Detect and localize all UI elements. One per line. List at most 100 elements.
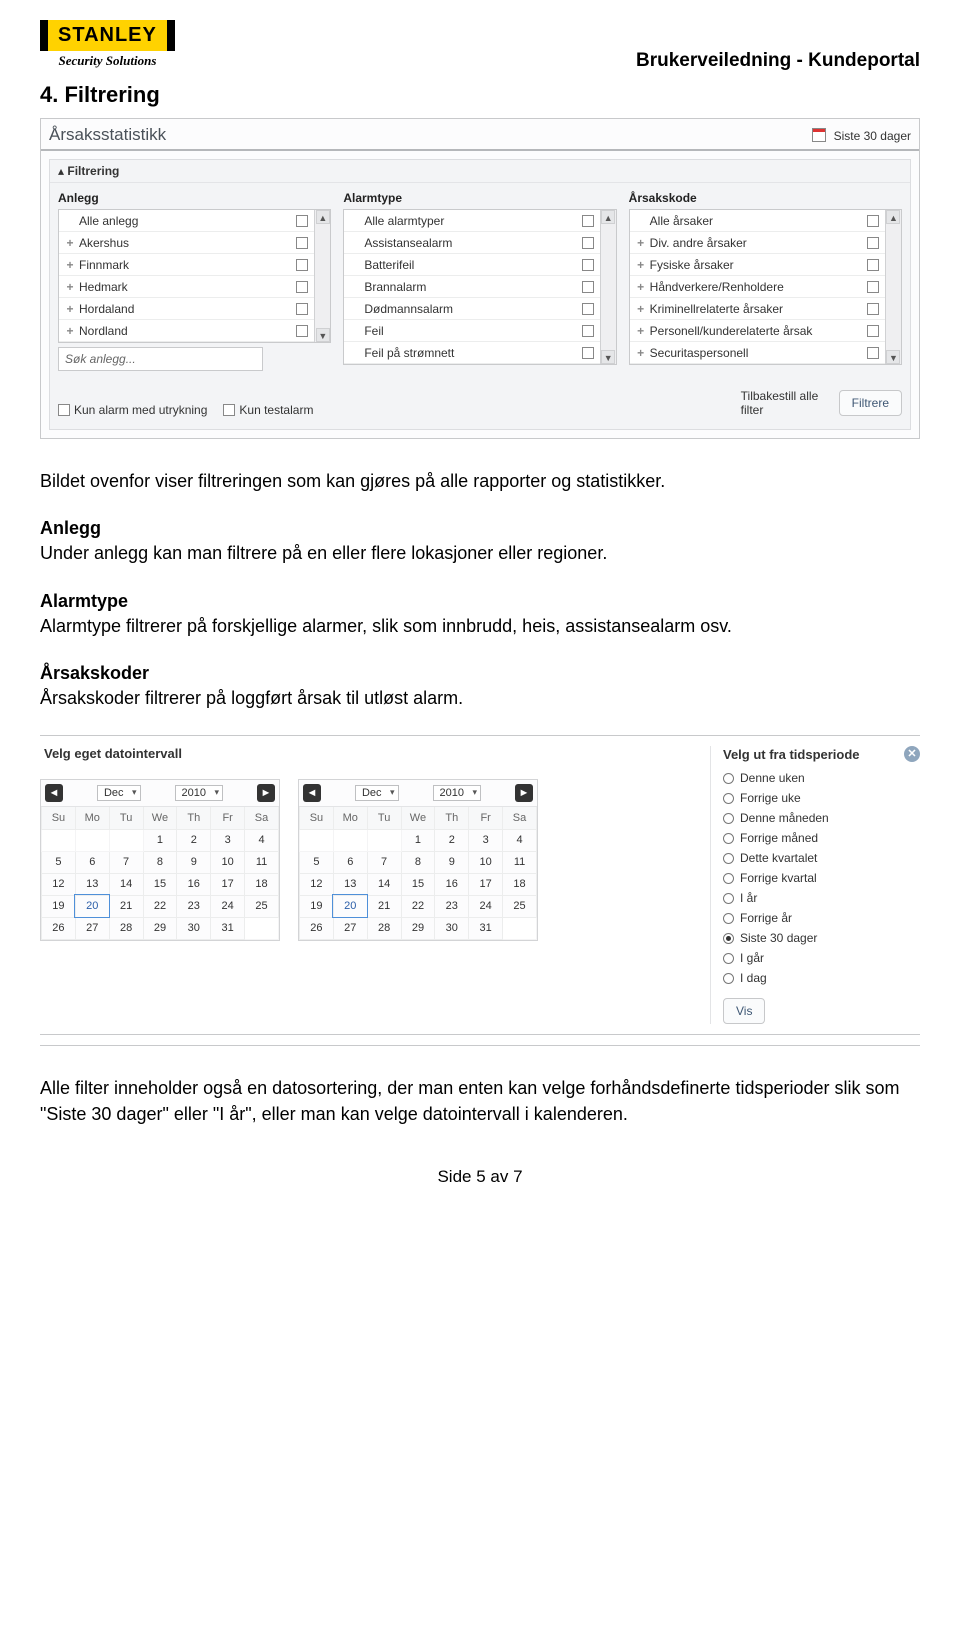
filter-item[interactable]: Alle anlegg [59, 210, 314, 232]
calendar-day[interactable]: 24 [211, 895, 245, 917]
checkbox-icon[interactable] [296, 303, 308, 315]
checkbox-icon[interactable] [582, 237, 594, 249]
period-selector[interactable]: Siste 30 dager [812, 128, 911, 143]
calendar-day[interactable]: 9 [435, 851, 469, 873]
calendar-day[interactable]: 28 [367, 917, 401, 939]
scroll-up-icon[interactable]: ▲ [601, 210, 615, 224]
calendar-day[interactable]: 7 [367, 851, 401, 873]
calendar-day[interactable]: 18 [245, 873, 279, 895]
calendar-day[interactable]: 1 [143, 829, 177, 851]
calendar-day[interactable]: 16 [177, 873, 211, 895]
checkbox-icon[interactable] [867, 281, 879, 293]
calendar-day[interactable]: 30 [435, 917, 469, 939]
checkbox-icon[interactable] [867, 259, 879, 271]
calendar-day[interactable]: 25 [503, 895, 537, 917]
calendar-day[interactable]: 12 [42, 873, 76, 895]
year-select[interactable]: 2010 [433, 785, 481, 801]
calendar-day[interactable]: 8 [143, 851, 177, 873]
apply-filter-button[interactable]: Filtrere [839, 390, 902, 416]
period-option[interactable]: Denne uken [723, 768, 920, 788]
filter-item[interactable]: Assistansealarm [344, 232, 599, 254]
filter-item[interactable]: Batterifeil [344, 254, 599, 276]
calendar-day[interactable]: 19 [42, 895, 76, 917]
checkbox-icon[interactable] [296, 215, 308, 227]
scroll-down-icon[interactable]: ▼ [886, 350, 900, 364]
calendar-day[interactable]: 9 [177, 851, 211, 873]
filter-item[interactable]: Feil på strømnett [344, 342, 599, 364]
period-option[interactable]: I dag [723, 968, 920, 988]
next-month-button[interactable]: ► [257, 784, 275, 802]
calendar-day[interactable]: 27 [333, 917, 367, 939]
period-option[interactable]: Siste 30 dager [723, 928, 920, 948]
checkbox-icon[interactable] [582, 347, 594, 359]
period-option[interactable]: Denne måneden [723, 808, 920, 828]
calendar-day[interactable]: 22 [401, 895, 435, 917]
calendar-day[interactable]: 17 [211, 873, 245, 895]
prev-month-button[interactable]: ◄ [303, 784, 321, 802]
filter-item[interactable]: +Securitaspersonell [630, 342, 885, 364]
calendar-day[interactable]: 4 [503, 829, 537, 851]
calendar-day[interactable]: 6 [333, 851, 367, 873]
show-button[interactable]: Vis [723, 998, 765, 1024]
filter-item[interactable]: +Nordland [59, 320, 314, 342]
reset-filters-link[interactable]: Tilbakestill alle filter [741, 389, 831, 417]
calendar-day[interactable]: 3 [469, 829, 503, 851]
check-utrykning[interactable]: Kun alarm med utrykning [58, 403, 207, 417]
checkbox-icon[interactable] [867, 215, 879, 227]
calendar-day[interactable]: 25 [245, 895, 279, 917]
checkbox-icon[interactable] [582, 259, 594, 271]
calendar-day[interactable]: 22 [143, 895, 177, 917]
search-input[interactable]: Søk anlegg... [58, 347, 263, 371]
calendar-day[interactable]: 19 [300, 895, 334, 917]
filter-item[interactable]: +Fysiske årsaker [630, 254, 885, 276]
calendar-day[interactable]: 21 [367, 895, 401, 917]
calendar-day[interactable]: 23 [435, 895, 469, 917]
period-option[interactable]: I går [723, 948, 920, 968]
filter-item[interactable]: +Div. andre årsaker [630, 232, 885, 254]
calendar-day[interactable]: 5 [42, 851, 76, 873]
prev-month-button[interactable]: ◄ [45, 784, 63, 802]
calendar-day[interactable]: 4 [245, 829, 279, 851]
calendar-day[interactable]: 17 [469, 873, 503, 895]
checkbox-icon[interactable] [296, 325, 308, 337]
next-month-button[interactable]: ► [515, 784, 533, 802]
calendar-day[interactable]: 27 [75, 917, 109, 939]
calendar-day[interactable]: 6 [75, 851, 109, 873]
scroll-down-icon[interactable]: ▼ [316, 328, 330, 342]
calendar-day[interactable]: 23 [177, 895, 211, 917]
calendar-day[interactable]: 31 [211, 917, 245, 939]
period-option[interactable]: Forrige kvartal [723, 868, 920, 888]
filter-item[interactable]: Dødmannsalarm [344, 298, 599, 320]
filter-item[interactable]: +Kriminellrelaterte årsaker [630, 298, 885, 320]
filter-panel-toggle[interactable]: ▴ Filtrering [50, 160, 910, 183]
calendar-day[interactable]: 24 [469, 895, 503, 917]
calendar-day[interactable]: 12 [300, 873, 334, 895]
scroll-up-icon[interactable]: ▲ [886, 210, 900, 224]
calendar-day[interactable]: 8 [401, 851, 435, 873]
period-option[interactable]: Forrige uke [723, 788, 920, 808]
calendar-day[interactable]: 20 [75, 895, 109, 917]
calendar-day[interactable]: 2 [435, 829, 469, 851]
calendar-day[interactable]: 1 [401, 829, 435, 851]
calendar-day[interactable]: 7 [109, 851, 143, 873]
calendar-day[interactable]: 15 [401, 873, 435, 895]
checkbox-icon[interactable] [867, 237, 879, 249]
checkbox-icon[interactable] [296, 259, 308, 271]
calendar-day[interactable]: 10 [211, 851, 245, 873]
calendar-day[interactable]: 14 [109, 873, 143, 895]
period-option[interactable]: Forrige måned [723, 828, 920, 848]
checkbox-icon[interactable] [867, 303, 879, 315]
filter-item[interactable]: Alle årsaker [630, 210, 885, 232]
period-option[interactable]: Forrige år [723, 908, 920, 928]
calendar-day[interactable]: 26 [42, 917, 76, 939]
checkbox-icon[interactable] [296, 237, 308, 249]
scroll-up-icon[interactable]: ▲ [316, 210, 330, 224]
calendar-day[interactable]: 20 [333, 895, 367, 917]
calendar-day[interactable]: 28 [109, 917, 143, 939]
calendar-day[interactable]: 14 [367, 873, 401, 895]
calendar-day[interactable]: 13 [333, 873, 367, 895]
scroll-down-icon[interactable]: ▼ [601, 350, 615, 364]
calendar-day[interactable]: 11 [503, 851, 537, 873]
calendar-day[interactable]: 31 [469, 917, 503, 939]
calendar-day[interactable]: 13 [75, 873, 109, 895]
